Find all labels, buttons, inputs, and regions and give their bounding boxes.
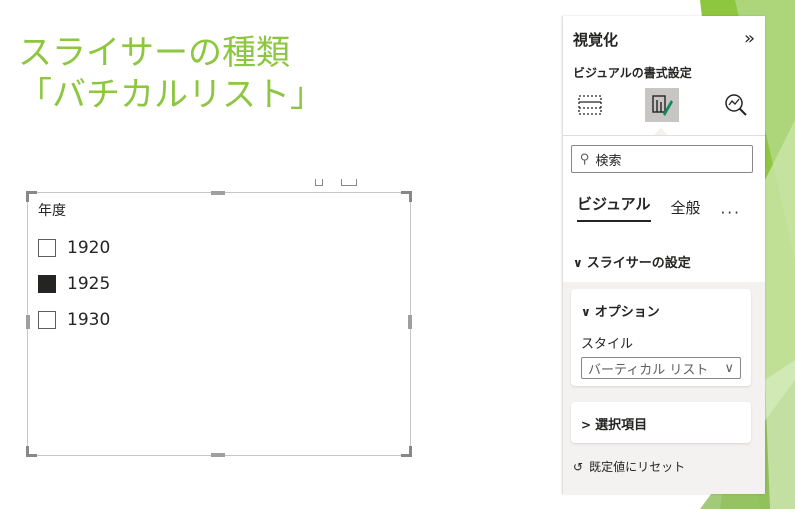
chevron-down-icon: ∨ (724, 360, 734, 376)
section-label: スライサーの設定 (586, 256, 691, 271)
slide-title-line-1: スライサーの種類 (18, 33, 290, 73)
slicer-item[interactable]: 1925 (38, 266, 110, 302)
filter-icon[interactable] (315, 179, 323, 186)
resize-corner-top-left[interactable] (26, 191, 37, 202)
style-dropdown[interactable]: バーティカル リスト ∨ (581, 357, 741, 379)
more-options-icon[interactable]: ··· (721, 204, 741, 222)
resize-handle-right[interactable] (408, 315, 412, 329)
visual-header-icons[interactable] (315, 179, 357, 186)
format-visual-tab[interactable] (645, 88, 679, 122)
resize-corner-bottom-right[interactable] (401, 446, 412, 457)
options-title: オプション (594, 305, 660, 320)
slicer-list: 1920 1925 1930 (38, 230, 110, 338)
search-placeholder: 検索 (595, 153, 622, 169)
slicer-item-label: 1930 (67, 310, 111, 330)
build-visual-tab[interactable] (573, 88, 607, 122)
options-card-header[interactable]: ∨ オプション (581, 301, 660, 320)
pane-header: 視覚化 » ビジュアルの書式設定 (563, 16, 765, 136)
visualizations-pane: 視覚化 » ビジュアルの書式設定 ⚲ 検索 ビジュアル 全般 ··· ∨ スライ… (562, 16, 765, 494)
slicer-item-label: 1920 (67, 238, 111, 258)
chevron-right-icon: > (581, 418, 592, 432)
analytics-icon (725, 94, 747, 116)
reset-icon: ↺ (573, 459, 584, 474)
style-label: スタイル (581, 337, 634, 352)
chevron-down-icon: ∨ (581, 305, 591, 319)
build-visual-icon (578, 95, 602, 115)
slicer-visual[interactable]: 年度 1920 1925 1930 (26, 191, 412, 457)
slide-title-line-2: 「バチカルリスト」 (18, 75, 324, 115)
search-icon: ⚲ (580, 151, 590, 167)
selection-title: 選択項目 (595, 418, 648, 433)
section-slicer-settings[interactable]: ∨ スライサーの設定 (573, 252, 691, 271)
slicer-item[interactable]: 1920 (38, 230, 110, 266)
slicer-item-label: 1925 (67, 274, 111, 294)
pane-title: 視覚化 (573, 31, 619, 49)
reset-label: 既定値にリセット (589, 460, 686, 474)
resize-handle-top[interactable] (211, 191, 225, 195)
pane-subtitle: ビジュアルの書式設定 (573, 66, 692, 80)
format-visual-icon (652, 95, 673, 116)
resize-handle-left[interactable] (26, 315, 30, 329)
selection-card-header[interactable]: > 選択項目 (581, 414, 647, 433)
slide-title: スライサーの種類 「バチカルリスト」 (18, 32, 324, 116)
resize-handle-bottom[interactable] (211, 453, 225, 457)
chevron-down-icon: ∨ (573, 256, 583, 270)
tab-visual[interactable]: ビジュアル (577, 193, 651, 222)
tab-general[interactable]: 全般 (671, 197, 701, 222)
resize-corner-top-right[interactable] (401, 191, 412, 202)
selection-card[interactable]: > 選択項目 (571, 402, 751, 443)
checkbox-checked[interactable] (38, 275, 56, 293)
format-subtabs: ビジュアル 全般 ··· (577, 193, 741, 222)
checkbox[interactable] (38, 239, 56, 257)
format-tabs (563, 88, 765, 124)
slicer-item[interactable]: 1930 (38, 302, 110, 338)
slicer-header: 年度 (38, 203, 66, 219)
resize-corner-bottom-left[interactable] (26, 446, 37, 457)
options-card: ∨ オプション スタイル バーティカル リスト ∨ (571, 289, 751, 386)
double-chevron-right-icon[interactable]: » (744, 28, 755, 49)
style-dropdown-value: バーティカル リスト (588, 362, 709, 378)
focus-mode-icon[interactable] (341, 179, 357, 186)
reset-to-default-button[interactable]: ↺ 既定値にリセット (573, 458, 685, 475)
search-input[interactable]: ⚲ 検索 (571, 145, 753, 173)
analytics-tab[interactable] (719, 88, 753, 122)
checkbox[interactable] (38, 311, 56, 329)
